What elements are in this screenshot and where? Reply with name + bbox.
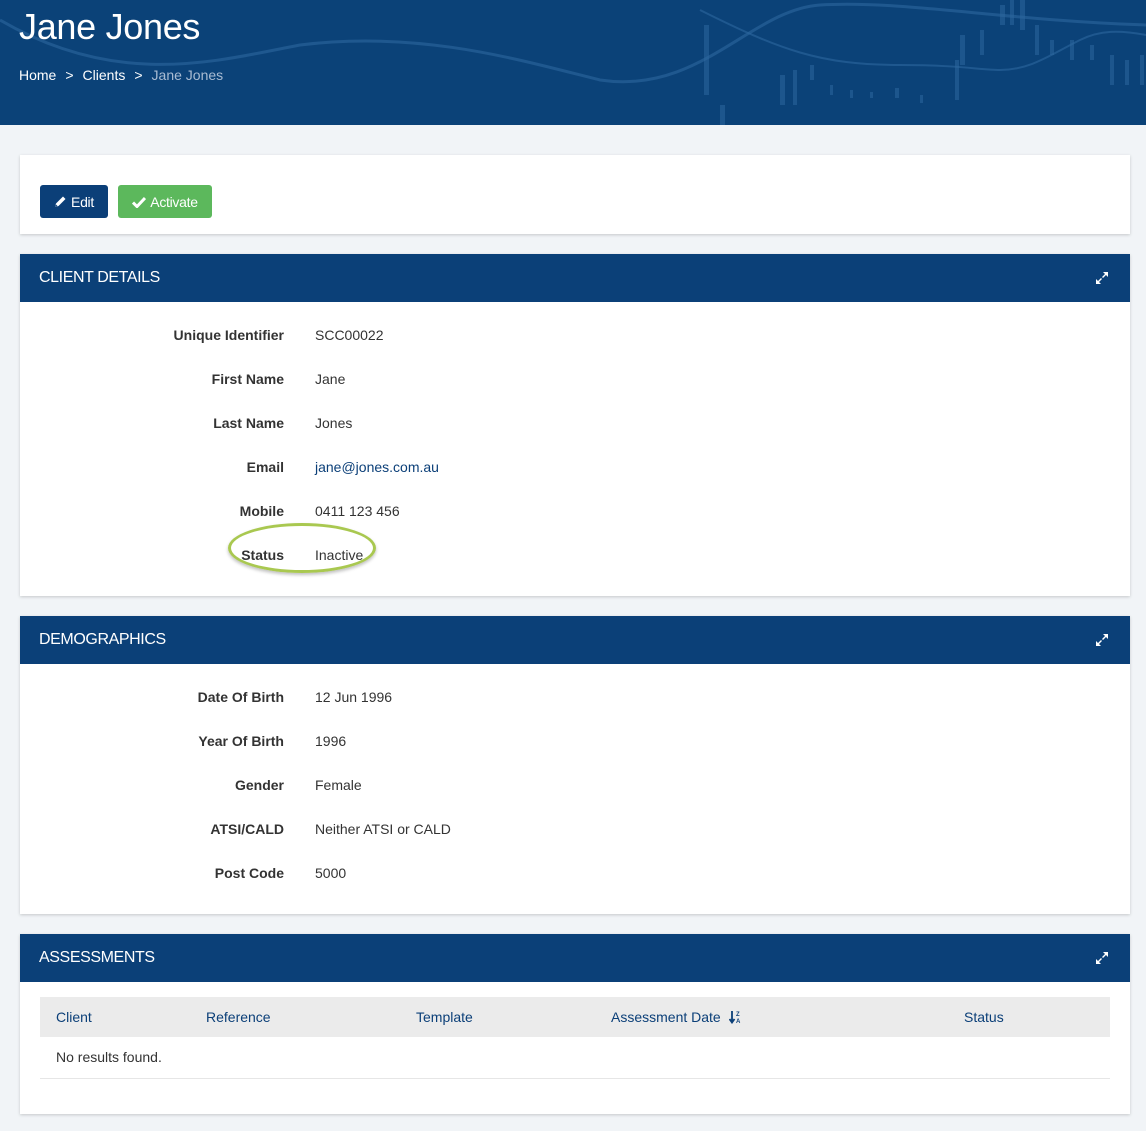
column-header-label: Assessment Date [611,1009,721,1025]
field-label: ATSI/CALD [210,821,284,837]
pencil-icon [54,195,67,208]
column-header-reference[interactable]: Reference [190,997,400,1037]
panel-title: CLIENT DETAILS [39,269,160,286]
field-value: SCC00022 [315,327,384,343]
assessments-table: Client Reference Template Assessment Dat… [40,997,1110,1079]
expand-icon[interactable] [1094,950,1110,966]
client-details-header: CLIENT DETAILS [20,254,1130,302]
table-header-row: Client Reference Template Assessment Dat… [40,997,1110,1037]
breadcrumb-home[interactable]: Home [19,67,56,83]
column-header-status[interactable]: Status [948,997,1110,1037]
check-icon [132,196,147,208]
panel-title: DEMOGRAPHICS [39,631,166,648]
column-header-client[interactable]: Client [40,997,190,1037]
field-value: Female [315,777,362,793]
field-label: Date Of Birth [197,689,284,705]
field-label: First Name [211,371,284,387]
panel-title: ASSESSMENTS [39,949,155,966]
expand-icon[interactable] [1094,270,1110,286]
field-value: Jones [315,415,353,431]
detail-row-first-name: First Name Jane [20,371,1130,415]
detail-row-post-code: Post Code 5000 [20,865,1130,909]
detail-row-status: Status Inactive [20,523,1130,591]
detail-row-last-name: Last Name Jones [20,415,1130,459]
field-value: 12 Jun 1996 [315,689,393,705]
detail-row-date-of-birth: Date Of Birth 12 Jun 1996 [20,689,1130,733]
breadcrumb: Home > Clients > Jane Jones [19,67,223,83]
page-title: Jane Jones [19,6,201,47]
client-details-panel: CLIENT DETAILS Unique Identifier SCC0002… [20,254,1130,596]
detail-row-email: Email jane@jones.com.au [20,459,1130,503]
activate-button-label: Activate [150,193,198,210]
status-value: Inactive [315,547,364,563]
sort-descending-icon[interactable]: ZA [728,1010,741,1024]
svg-text:Z: Z [736,1012,740,1018]
svg-text:A: A [736,1019,741,1024]
detail-row-mobile: Mobile 0411 123 456 [20,503,1130,547]
field-label: Post Code [214,865,284,881]
field-value: 5000 [315,865,347,881]
empty-message: No results found. [40,1037,1110,1079]
field-value: 0411 123 456 [315,503,400,519]
field-value: Neither ATSI or CALD [315,821,451,837]
column-header-template[interactable]: Template [400,997,595,1037]
detail-row-gender: Gender Female [20,777,1130,821]
detail-row-atsi-cald: ATSI/CALD Neither ATSI or CALD [20,821,1130,865]
assessments-panel: ASSESSMENTS Client Reference Template As… [20,934,1130,1114]
field-value: 1996 [315,733,347,749]
page-header: Jane Jones Home > Clients > Jane Jones [0,0,1146,125]
breadcrumb-separator: > [134,67,143,83]
demographics-header: DEMOGRAPHICS [20,616,1130,664]
field-label: Email [246,459,284,475]
edit-button[interactable]: Edit [40,185,108,218]
field-label: Year Of Birth [198,733,284,749]
actions-card: Edit Activate [20,155,1130,234]
detail-row-unique-identifier: Unique Identifier SCC00022 [20,327,1130,371]
detail-row-year-of-birth: Year Of Birth 1996 [20,733,1130,777]
field-label: Status [241,547,284,563]
edit-button-label: Edit [71,193,94,210]
column-header-assessment-date[interactable]: Assessment Date ZA [595,997,948,1037]
field-label: Unique Identifier [173,327,284,343]
breadcrumb-current: Jane Jones [151,67,224,83]
field-label: Last Name [213,415,284,431]
field-label: Gender [234,777,284,793]
email-link[interactable]: jane@jones.com.au [315,459,439,475]
assessments-header: ASSESSMENTS [20,934,1130,982]
breadcrumb-separator: > [65,67,74,83]
breadcrumb-clients[interactable]: Clients [83,67,126,83]
table-row-empty: No results found. [40,1037,1110,1079]
field-label: Mobile [239,503,284,519]
expand-icon[interactable] [1094,632,1110,648]
activate-button[interactable]: Activate [118,185,212,218]
demographics-panel: DEMOGRAPHICS Date Of Birth 12 Jun 1996 Y… [20,616,1130,914]
field-value: Jane [315,371,346,387]
field-value: jane@jones.com.au [315,459,439,475]
